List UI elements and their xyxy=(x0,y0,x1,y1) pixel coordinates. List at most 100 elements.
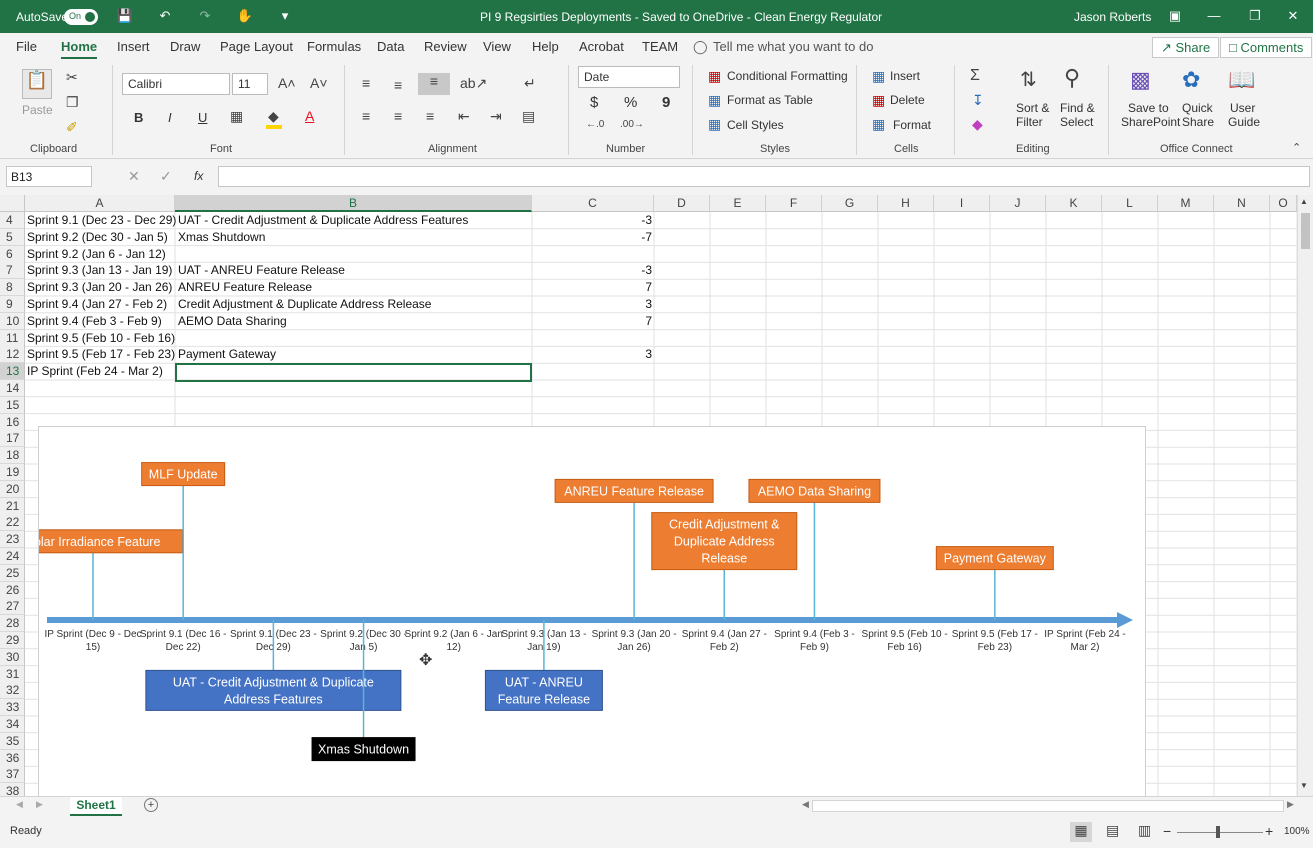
cell-a-row[interactable]: Sprint 9.1 (Dec 23 - Dec 29) xyxy=(27,212,176,229)
row-header-9[interactable]: 9 xyxy=(0,296,25,313)
timeline-chart[interactable]: IP Sprint (Dec 9 - Dec 15) Sprint 9.1 (Dec… xyxy=(3,426,1146,796)
font-size-combo[interactable]: 11 xyxy=(232,73,268,95)
row-header-30[interactable]: 30 xyxy=(0,648,25,666)
row-header-13[interactable]: 13 xyxy=(0,363,25,381)
increase-indent-icon[interactable]: ⇥ xyxy=(490,108,502,125)
find-select-line1[interactable]: Find & xyxy=(1060,101,1095,115)
ribbon-display-icon[interactable]: ▣ xyxy=(1166,8,1184,24)
zoom-out-button[interactable]: − xyxy=(1163,823,1171,839)
column-header-c[interactable]: C xyxy=(532,195,654,212)
cell-b-row[interactable]: Payment Gateway xyxy=(178,346,528,363)
tab-review[interactable]: Review xyxy=(424,39,467,54)
restore-icon[interactable]: ❐ xyxy=(1246,8,1264,24)
select-all-corner[interactable] xyxy=(0,195,25,212)
percent-button[interactable]: % xyxy=(624,94,637,111)
sort-filter-line2[interactable]: Filter xyxy=(1016,115,1043,129)
fill-color-icon[interactable]: ◆ xyxy=(268,108,279,125)
row-header-6[interactable]: 6 xyxy=(0,245,25,263)
autosave-toggle[interactable]: On xyxy=(64,9,98,25)
autosum-icon[interactable]: Σ xyxy=(970,67,980,85)
quick-share-icon[interactable]: ✿ xyxy=(1182,67,1200,93)
scroll-right-icon[interactable]: ▶ xyxy=(1287,799,1294,810)
customize-icon[interactable]: ▾ xyxy=(276,8,294,24)
sheet-tab-sheet1[interactable]: Sheet1 xyxy=(70,797,122,817)
row-header-17[interactable]: 17 xyxy=(0,430,25,448)
cell-b-row[interactable]: Xmas Shutdown xyxy=(178,229,528,246)
quick-share-line1[interactable]: Quick xyxy=(1182,101,1213,115)
row-header-19[interactable]: 19 xyxy=(0,464,25,481)
collapse-ribbon-icon[interactable]: ⌃ xyxy=(1292,141,1301,154)
row-header-31[interactable]: 31 xyxy=(0,665,25,683)
format-painter-icon[interactable]: ✐ xyxy=(66,119,78,136)
row-header-38[interactable]: 38 xyxy=(0,783,25,796)
tab-file[interactable]: File xyxy=(16,39,37,54)
column-header-g[interactable]: G xyxy=(822,195,878,212)
formula-input[interactable] xyxy=(218,166,1310,187)
row-header-7[interactable]: 7 xyxy=(0,262,25,280)
row-header-15[interactable]: 15 xyxy=(0,396,25,414)
column-header-f[interactable]: F xyxy=(766,195,822,212)
sort-filter-icon[interactable]: ⇅ xyxy=(1020,67,1037,92)
row-header-12[interactable]: 12 xyxy=(0,346,25,364)
row-header-34[interactable]: 34 xyxy=(0,716,25,733)
cell-a-row[interactable]: IP Sprint (Feb 24 - Mar 2) xyxy=(27,363,175,380)
align-center-icon[interactable]: ≡ xyxy=(394,108,402,124)
row-header-32[interactable]: 32 xyxy=(0,682,25,700)
row-header-22[interactable]: 22 xyxy=(0,514,25,532)
zoom-in-button[interactable]: + xyxy=(1265,823,1273,839)
row-header-37[interactable]: 37 xyxy=(0,766,25,784)
column-header-n[interactable]: N xyxy=(1214,195,1270,212)
redo-icon[interactable]: ↷ xyxy=(196,8,214,24)
tell-me-box[interactable]: Tell me what you want to do xyxy=(713,39,873,54)
cell-c-row[interactable]: 7 xyxy=(536,313,652,330)
number-format-combo[interactable]: Date xyxy=(578,66,680,88)
cell-b-row[interactable]: UAT - ANREU Feature Release xyxy=(178,262,528,279)
paste-icon[interactable]: 📋 xyxy=(22,69,52,99)
increase-font-icon[interactable]: A˄ xyxy=(278,75,296,91)
cell-a-row[interactable]: Sprint 9.2 (Jan 6 - Jan 12) xyxy=(27,246,175,263)
row-header-25[interactable]: 25 xyxy=(0,564,25,582)
column-header-b[interactable]: B xyxy=(175,195,532,212)
row-header-20[interactable]: 20 xyxy=(0,480,25,498)
row-header-5[interactable]: 5 xyxy=(0,228,25,246)
align-left-icon[interactable]: ≡ xyxy=(362,108,370,124)
clear-icon[interactable]: ◆ xyxy=(972,116,983,133)
row-header-11[interactable]: 11 xyxy=(0,329,25,347)
worksheet-grid[interactable]: ABCDEFGHIJKLMNO 4 5 6 7 8 9 10 11 12 13 14 15 16 17 18… xyxy=(0,195,1297,796)
increase-decimal-icon[interactable]: ←.0 xyxy=(586,119,604,130)
insert-function-icon[interactable]: fx xyxy=(194,169,203,183)
comma-button[interactable]: 9 xyxy=(662,94,670,111)
decrease-indent-icon[interactable]: ⇤ xyxy=(458,108,470,125)
cell-a-row[interactable]: Sprint 9.2 (Dec 30 - Jan 5) xyxy=(27,229,175,246)
row-header-29[interactable]: 29 xyxy=(0,632,25,649)
row-header-14[interactable]: 14 xyxy=(0,380,25,397)
wrap-text-icon[interactable]: ↵ xyxy=(524,75,536,92)
new-sheet-button[interactable]: + xyxy=(144,798,158,812)
minimize-icon[interactable]: — xyxy=(1205,8,1223,23)
column-header-o[interactable]: O xyxy=(1270,195,1297,212)
tab-formulas[interactable]: Formulas xyxy=(307,39,361,54)
zoom-slider-thumb[interactable] xyxy=(1216,826,1220,838)
insert-cells-button[interactable]: Insert xyxy=(890,69,920,83)
cell-a-row[interactable]: Sprint 9.5 (Feb 17 - Feb 23) xyxy=(27,346,175,363)
tab-view[interactable]: View xyxy=(483,39,511,54)
fill-icon[interactable]: ↧ xyxy=(972,92,984,109)
cell-c-row[interactable]: -3 xyxy=(536,212,652,229)
horizontal-scrollbar[interactable] xyxy=(812,800,1284,812)
underline-button[interactable]: U xyxy=(198,110,207,125)
find-select-icon[interactable]: ⚲ xyxy=(1064,65,1080,91)
scroll-left-icon[interactable]: ◀ xyxy=(802,799,809,810)
row-header-36[interactable]: 36 xyxy=(0,749,25,767)
font-name-combo[interactable]: Calibri xyxy=(122,73,230,95)
tab-page-layout[interactable]: Page Layout xyxy=(220,39,293,54)
vertical-scroll-thumb[interactable] xyxy=(1301,213,1310,249)
cell-b-row[interactable]: UAT - Credit Adjustment & Duplicate Addr… xyxy=(178,212,528,229)
tab-draw[interactable]: Draw xyxy=(170,39,200,54)
save-sharepoint-line2[interactable]: SharePoint xyxy=(1121,115,1180,129)
decrease-font-icon[interactable]: A˅ xyxy=(310,75,328,91)
column-header-l[interactable]: L xyxy=(1102,195,1158,212)
cell-b-row[interactable]: Credit Adjustment & Duplicate Address Re… xyxy=(178,296,528,313)
italic-button[interactable]: I xyxy=(168,110,172,125)
align-right-icon[interactable]: ≡ xyxy=(426,108,434,124)
copy-icon[interactable]: ❐ xyxy=(66,94,79,111)
